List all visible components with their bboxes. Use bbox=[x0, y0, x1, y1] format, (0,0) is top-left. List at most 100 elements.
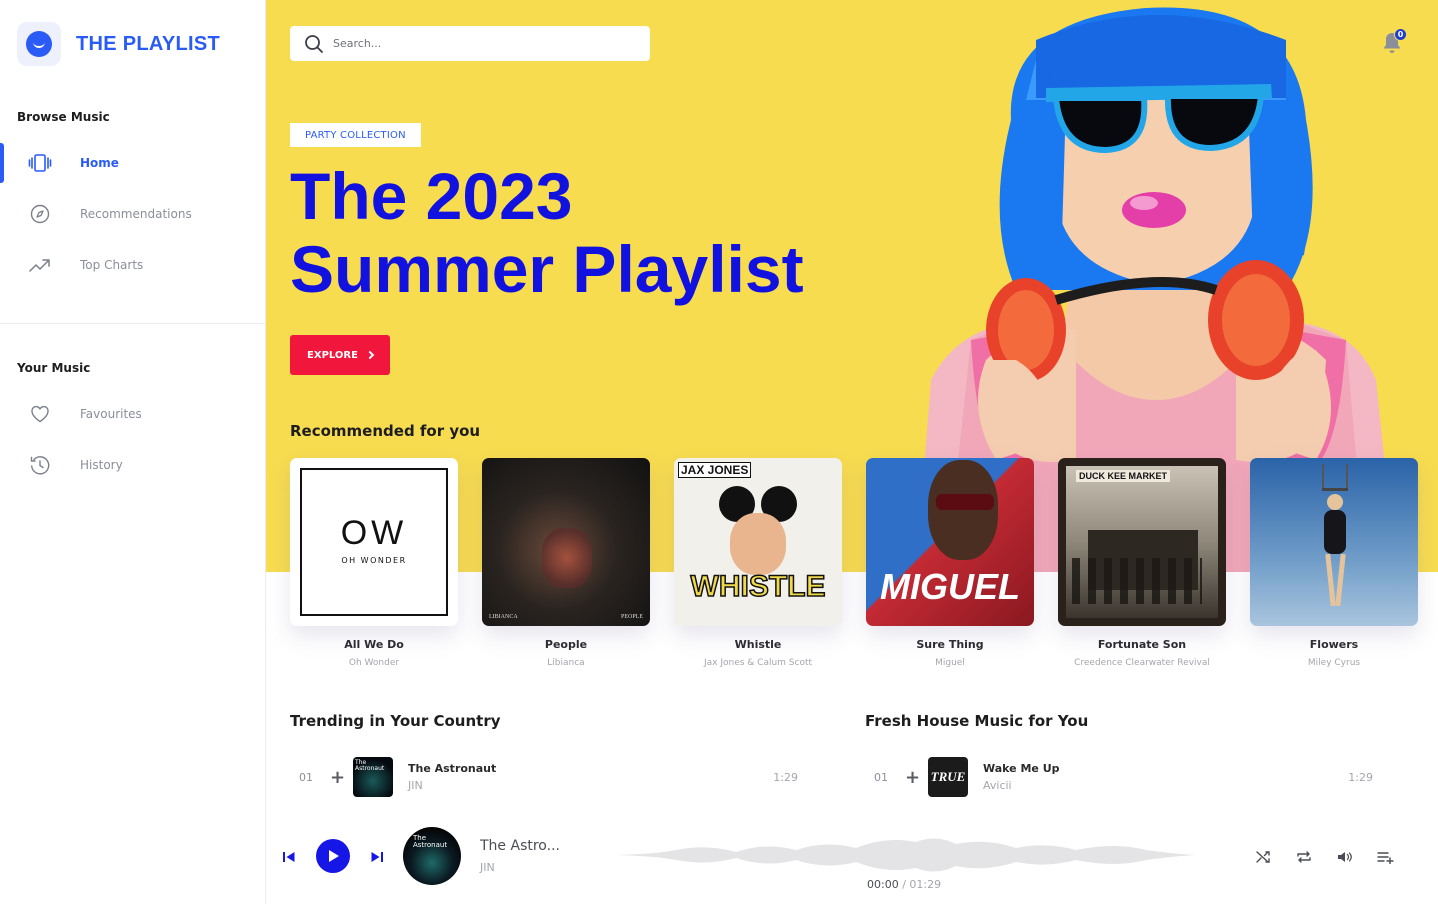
app-name: THE PLAYLIST bbox=[76, 32, 220, 55]
sidebar-item-home[interactable]: Home bbox=[0, 143, 265, 183]
playlist-add-icon bbox=[1376, 852, 1394, 864]
sidebar-item-label: Recommendations bbox=[80, 207, 192, 221]
cover-subtext: PEOPLE bbox=[620, 614, 643, 620]
cover-text: MIGUEL bbox=[880, 566, 1020, 607]
trending-up-icon bbox=[28, 253, 52, 277]
track-duration: 1:29 bbox=[773, 770, 798, 784]
album-cover bbox=[1250, 458, 1418, 626]
album-cover: DUCK KEE MARKET bbox=[1058, 458, 1226, 626]
track-artist: Avicii bbox=[983, 779, 1012, 792]
track-meta: The Astronaut JIN bbox=[408, 762, 748, 792]
cover-text: The Astronaut bbox=[355, 759, 385, 772]
track-row[interactable]: 01 + TRUE Wake Me Up Avicii 1:29 bbox=[865, 756, 1373, 798]
logo-smile-icon bbox=[17, 22, 61, 66]
chevron-right-icon bbox=[365, 350, 375, 360]
cover-text: JAX JONES bbox=[678, 462, 752, 478]
skip-back-icon bbox=[283, 852, 295, 862]
album-title: All We Do bbox=[344, 638, 404, 651]
play-button[interactable] bbox=[316, 839, 350, 873]
album-title: Whistle bbox=[734, 638, 782, 651]
album-card[interactable]: OW OH WONDER All We Do Oh Wonder bbox=[290, 458, 458, 668]
trending-heading: Trending in Your Country bbox=[290, 712, 501, 730]
track-meta: Wake Me Up Avicii bbox=[983, 762, 1323, 792]
browse-music-heading: Browse Music bbox=[17, 110, 110, 124]
volume-button[interactable] bbox=[1335, 847, 1355, 867]
heart-icon bbox=[28, 402, 52, 426]
track-number: 01 bbox=[874, 770, 888, 784]
house-heading: Fresh House Music for You bbox=[865, 712, 1089, 730]
album-artist: Jax Jones & Calum Scott bbox=[703, 658, 813, 668]
album-artist: Miley Cyrus bbox=[1307, 658, 1361, 668]
sidebar-item-label: History bbox=[80, 458, 123, 472]
explore-label: EXPLORE bbox=[307, 349, 358, 361]
headline-line-2: Summer Playlist bbox=[290, 232, 804, 306]
cover-subtext: WHISTLE bbox=[690, 569, 827, 604]
next-button[interactable] bbox=[368, 848, 386, 866]
player-bar: The Astronaut The Astro... JIN 00:00 / 0… bbox=[266, 808, 1438, 904]
cover-text: The Astronaut bbox=[413, 834, 448, 849]
album-card[interactable]: DUCK KEE MARKET Fortunate Son Creedence … bbox=[1058, 458, 1226, 668]
add-icon[interactable]: + bbox=[330, 767, 353, 788]
track-duration: 1:29 bbox=[1348, 770, 1373, 784]
track-title: Wake Me Up bbox=[983, 762, 1060, 775]
album-artist: Oh Wonder bbox=[348, 658, 400, 668]
volume-icon bbox=[1338, 852, 1352, 862]
history-icon bbox=[28, 453, 52, 477]
compass-icon bbox=[28, 202, 52, 226]
album-card[interactable]: Flowers Miley Cyrus bbox=[1250, 458, 1418, 668]
album-title: Sure Thing bbox=[916, 638, 984, 651]
sidebar-item-label: Home bbox=[80, 156, 119, 170]
search-input[interactable] bbox=[333, 37, 633, 50]
hero-headline: The 2023 Summer Playlist bbox=[290, 160, 804, 306]
album-cover: JAX JONES WHISTLE bbox=[674, 458, 842, 626]
recommended-heading: Recommended for you bbox=[290, 422, 481, 440]
track-title: The Astronaut bbox=[408, 762, 497, 775]
track-number: 01 bbox=[299, 770, 313, 784]
search-box[interactable] bbox=[290, 26, 650, 61]
sidebar-divider bbox=[0, 323, 265, 324]
sidebar-item-recommendations[interactable]: Recommendations bbox=[0, 194, 265, 234]
cover-text: TRUE bbox=[930, 769, 966, 784]
skip-forward-icon bbox=[371, 852, 383, 862]
sidebar-item-history[interactable]: History bbox=[0, 445, 265, 485]
sidebar-item-label: Top Charts bbox=[80, 258, 144, 272]
notification-count-badge: 0 bbox=[1394, 28, 1407, 41]
shuffle-icon bbox=[1256, 851, 1270, 863]
previous-button[interactable] bbox=[280, 848, 298, 866]
app-root: THE PLAYLIST Browse Music Home Recommend… bbox=[0, 0, 1438, 904]
sidebar-item-favourites[interactable]: Favourites bbox=[0, 394, 265, 434]
album-card[interactable]: MIGUEL Sure Thing Miguel bbox=[866, 458, 1034, 668]
album-title: People bbox=[544, 638, 588, 651]
now-playing-artist: JIN bbox=[480, 861, 495, 874]
album-artist: Creedence Clearwater Revival bbox=[1074, 658, 1210, 668]
add-icon[interactable]: + bbox=[905, 767, 928, 788]
queue-button[interactable] bbox=[1375, 847, 1395, 867]
album-card[interactable]: LIBIANCA PEOPLE People Libianca bbox=[482, 458, 650, 668]
track-artist: JIN bbox=[408, 779, 423, 792]
explore-button[interactable]: EXPLORE bbox=[290, 335, 390, 375]
sidebar: THE PLAYLIST Browse Music Home Recommend… bbox=[0, 0, 266, 904]
shuffle-button[interactable] bbox=[1254, 847, 1274, 867]
cover-text: LIBIANCA bbox=[489, 614, 518, 620]
album-cover: LIBIANCA PEOPLE bbox=[482, 458, 650, 626]
current-time: 00:00 bbox=[867, 878, 899, 891]
sidebar-item-top-charts[interactable]: Top Charts bbox=[0, 245, 265, 285]
sidebar-item-label: Favourites bbox=[80, 407, 142, 421]
search-icon bbox=[305, 34, 323, 53]
playback-time: 00:00 / 01:29 bbox=[867, 878, 941, 891]
album-title: Fortunate Son bbox=[1097, 638, 1187, 651]
play-icon bbox=[329, 850, 339, 862]
album-cover: MIGUEL bbox=[866, 458, 1034, 626]
repeat-button[interactable] bbox=[1294, 847, 1314, 867]
track-cover: The Astronaut bbox=[353, 757, 393, 797]
now-playing-cover: The Astronaut bbox=[403, 827, 461, 885]
cover-subtext: OH WONDER bbox=[341, 556, 407, 565]
track-row[interactable]: 01 + The Astronaut The Astronaut JIN 1:2… bbox=[290, 756, 798, 798]
logo[interactable]: THE PLAYLIST bbox=[17, 22, 220, 66]
repeat-icon bbox=[1297, 851, 1311, 863]
album-card[interactable]: JAX JONES WHISTLE Whistle Jax Jones & Ca… bbox=[674, 458, 842, 668]
now-playing-title: The Astro... bbox=[480, 838, 560, 854]
total-time: 01:29 bbox=[909, 878, 942, 891]
cover-text: OW bbox=[340, 514, 408, 552]
waveform-seekbar[interactable] bbox=[616, 830, 1196, 880]
